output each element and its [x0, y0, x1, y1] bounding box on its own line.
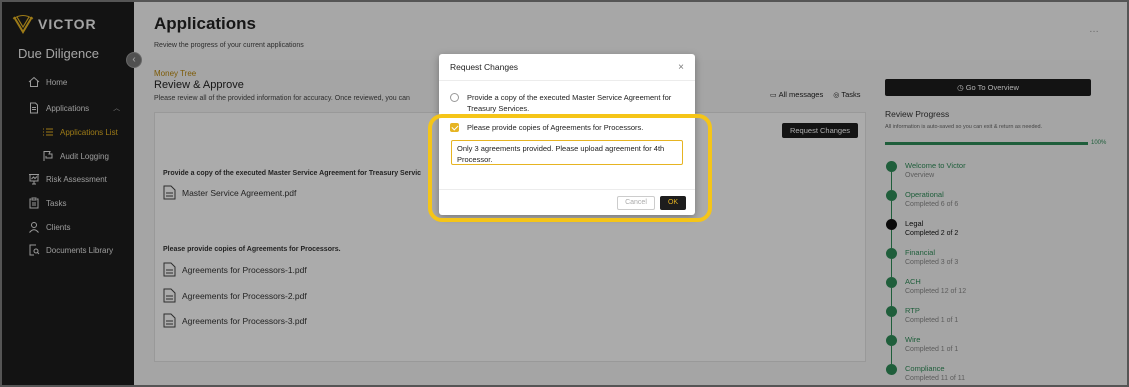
divider: [439, 189, 695, 190]
divider: [439, 80, 695, 81]
option-checkbox[interactable]: [450, 123, 459, 132]
option-label: Provide a copy of the executed Master Se…: [467, 93, 672, 113]
app-window: VICTOR Due Diligence Home Applications ︿…: [0, 0, 1129, 387]
change-option[interactable]: Provide a copy of the executed Master Se…: [450, 92, 686, 114]
close-icon[interactable]: ×: [678, 62, 684, 73]
option-label: Please provide copies of Agreements for …: [467, 123, 644, 132]
option-radio[interactable]: [450, 93, 459, 102]
modal-title: Request Changes: [450, 62, 519, 72]
divider: [439, 116, 695, 117]
change-option[interactable]: Please provide copies of Agreements for …: [450, 122, 686, 133]
cancel-button[interactable]: Cancel: [617, 196, 655, 210]
request-changes-modal: Request Changes × Provide a copy of the …: [439, 54, 695, 215]
ok-button[interactable]: OK: [660, 196, 686, 210]
change-comment-input[interactable]: Only 3 agreements provided. Please uploa…: [451, 140, 683, 165]
